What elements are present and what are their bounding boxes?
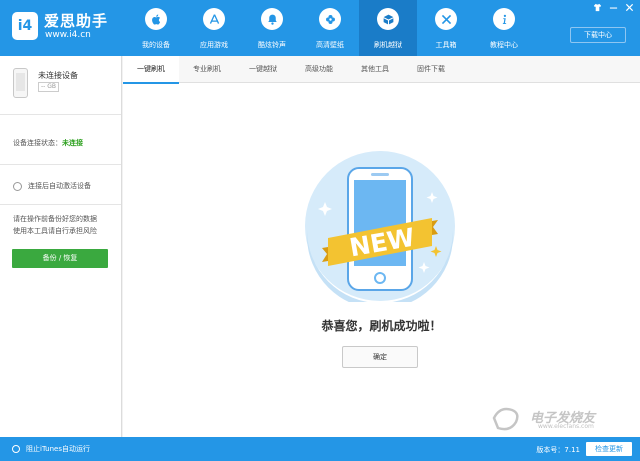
nav-label: 应用游戏 — [200, 41, 228, 49]
tip-line: 请在操作前备份好您的数据 — [13, 215, 97, 223]
connection-status: 设备连接状态：未连接 — [13, 138, 83, 148]
tab-pro-flash[interactable]: 专业刷机 — [179, 56, 235, 83]
logo-title: 爱思助手 — [44, 12, 109, 30]
nav-item-flash-jailbreak[interactable]: 刷机越狱 — [359, 0, 417, 56]
watermark-logo-icon — [492, 407, 519, 431]
auto-activate-option[interactable]: 连接后自动激活设备 — [13, 181, 91, 191]
tab-other-tools[interactable]: 其他工具 — [347, 56, 403, 83]
download-center-button[interactable]: 下载中心 — [570, 27, 626, 43]
minimize-icon[interactable] — [608, 2, 618, 12]
window-controls — [592, 2, 634, 12]
apple-icon — [145, 8, 167, 30]
nav-label: 工具箱 — [435, 41, 457, 49]
confirm-button[interactable]: 确定 — [342, 346, 418, 368]
backup-tip: 请在操作前备份好您的数据 使用本工具请自行承担风险 — [13, 213, 113, 237]
nav-item-ringtones[interactable]: 酷炫铃声 — [243, 0, 301, 56]
logo-badge: i4 — [12, 12, 38, 40]
top-bar: i4 爱思助手 www.i4.cn 我的设备 应用游戏 酷炫铃声 高清壁纸 刷机… — [0, 0, 640, 56]
main-panel: 一键刷机 专业刷机 一键越狱 高级功能 其他工具 固件下载 NEW 恭喜您，刷机… — [123, 56, 640, 437]
tab-firmware-download[interactable]: 固件下载 — [403, 56, 459, 83]
nav-label: 我的设备 — [142, 41, 170, 49]
success-message: 恭喜您，刷机成功啦！ — [321, 319, 442, 333]
backup-restore-button[interactable]: 备份 / 恢复 — [12, 249, 108, 268]
sidebar: 未连接设备 -- GB 设备连接状态：未连接 连接后自动激活设备 请在操作前备份… — [0, 56, 122, 437]
itunes-toggle[interactable]: 阻止iTunes自动运行 — [12, 444, 90, 454]
nav-item-wallpapers[interactable]: 高清壁纸 — [301, 0, 359, 56]
phone-icon — [13, 68, 28, 98]
nav-item-tutorials[interactable]: 教程中心 — [475, 0, 533, 56]
divider — [0, 204, 121, 205]
tab-one-click-jailbreak[interactable]: 一键越狱 — [235, 56, 291, 83]
nav-item-apps[interactable]: 应用游戏 — [185, 0, 243, 56]
logo-url: www.i4.cn — [45, 30, 91, 40]
info-icon — [493, 8, 515, 30]
tab-advanced[interactable]: 高级功能 — [291, 56, 347, 83]
nav-label: 酷炫铃声 — [258, 41, 286, 49]
appstore-icon — [203, 8, 225, 30]
tip-line: 使用本工具请自行承担风险 — [13, 227, 97, 235]
nav-label: 教程中心 — [490, 41, 518, 49]
main-nav: 我的设备 应用游戏 酷炫铃声 高清壁纸 刷机越狱 工具箱 教程中心 — [127, 0, 533, 56]
auto-activate-radio[interactable] — [13, 181, 22, 191]
app-logo: i4 爱思助手 www.i4.cn — [12, 10, 132, 46]
nav-label: 刷机越狱 — [374, 41, 402, 49]
device-capacity: -- GB — [38, 82, 60, 92]
status-value: 未连接 — [62, 139, 83, 147]
itunes-toggle-icon[interactable] — [12, 445, 20, 453]
divider — [0, 164, 121, 165]
status-bar: 阻止iTunes自动运行 版本号：7.11 检查更新 — [0, 437, 640, 461]
divider — [0, 114, 121, 115]
watermark-url: www.elecfans.com — [538, 423, 594, 430]
nav-item-toolbox[interactable]: 工具箱 — [417, 0, 475, 56]
version-label: 版本号：7.11 — [536, 446, 580, 454]
success-illustration: NEW — [304, 151, 455, 302]
flower-icon — [319, 8, 341, 30]
watermark: 电子发烧友 www.elecfans.com — [490, 404, 630, 434]
status-label: 设备连接状态： — [13, 139, 62, 147]
nav-label: 高清壁纸 — [316, 41, 344, 49]
box-icon — [377, 8, 399, 30]
tools-icon — [435, 8, 457, 30]
auto-activate-label: 连接后自动激活设备 — [28, 182, 91, 190]
shirt-icon[interactable] — [592, 2, 602, 12]
tab-one-click-flash[interactable]: 一键刷机 — [123, 56, 179, 84]
check-update-button[interactable]: 检查更新 — [586, 442, 632, 456]
device-name: 未连接设备 — [38, 71, 78, 80]
bell-icon — [261, 8, 283, 30]
itunes-toggle-label: 阻止iTunes自动运行 — [26, 445, 90, 453]
nav-item-my-device[interactable]: 我的设备 — [127, 0, 185, 56]
tab-bar: 一键刷机 专业刷机 一键越狱 高级功能 其他工具 固件下载 — [123, 56, 640, 84]
close-icon[interactable] — [624, 2, 634, 12]
